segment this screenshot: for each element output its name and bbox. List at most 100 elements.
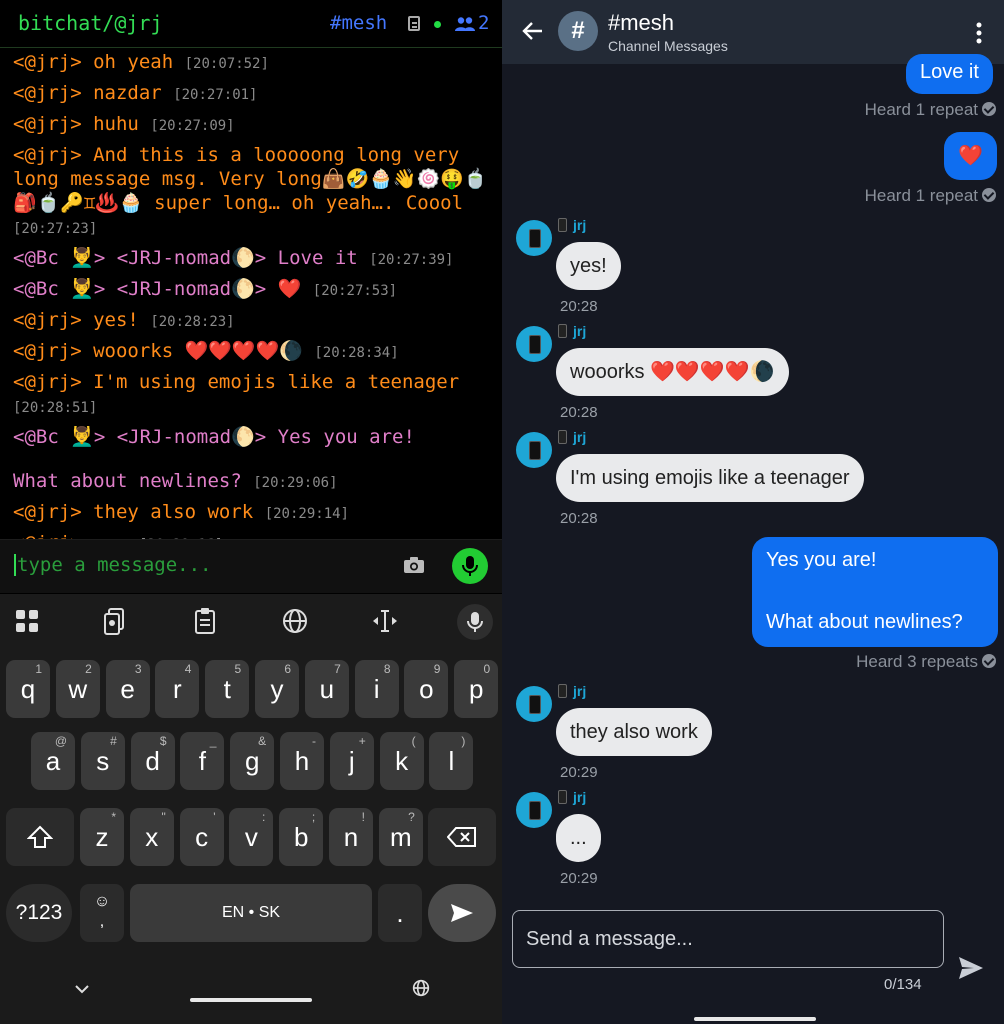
key-e[interactable]: 3e	[105, 660, 150, 718]
terminal-message: <@jrj> yes! [20:28:23]	[13, 308, 493, 334]
enter-key[interactable]	[428, 884, 496, 942]
key-label: z	[95, 822, 109, 852]
home-gesture-handle[interactable]	[190, 998, 312, 1002]
key-label: ?123	[15, 901, 63, 924]
check-circle-icon	[982, 654, 996, 668]
space-key[interactable]: EN • SK	[130, 884, 372, 942]
phone-icon	[558, 790, 567, 804]
incoming-message-bubble[interactable]: I'm using emojis like a teenager	[556, 454, 864, 502]
globe-icon[interactable]	[411, 978, 431, 998]
home-gesture-handle[interactable]	[694, 1017, 816, 1021]
outgoing-message-bubble[interactable]: ❤️	[944, 132, 997, 180]
chevron-down-icon[interactable]	[74, 984, 90, 994]
key-label: v	[244, 822, 258, 852]
channel-label[interactable]: #mesh	[330, 12, 387, 34]
message-input[interactable]: type a message...	[14, 554, 211, 576]
keyboard-voice-button[interactable]	[457, 604, 493, 640]
key-h[interactable]: -h	[280, 732, 324, 790]
outgoing-message-bubble[interactable]: Love it	[906, 54, 993, 94]
sender-avatar-phone-icon[interactable]	[516, 220, 552, 256]
key-i[interactable]: 8i	[354, 660, 399, 718]
message-text: And this is a looooong long very long me…	[13, 144, 488, 214]
key-f[interactable]: _ f	[180, 732, 225, 790]
key-t[interactable]: 5t	[205, 660, 250, 718]
back-arrow-icon[interactable]	[522, 20, 544, 42]
key-o[interactable]: 9o	[404, 660, 449, 718]
key-label: f	[198, 746, 206, 776]
message-text: ...	[570, 827, 587, 849]
key-k[interactable]: (k	[379, 732, 424, 790]
key-label: EN • SK	[221, 904, 281, 921]
key-v[interactable]: :v	[229, 808, 274, 866]
key-y[interactable]: 6y	[255, 660, 299, 718]
incoming-message-bubble[interactable]: wooorks ❤️❤️❤️❤️🌘	[556, 348, 789, 396]
message-text: yes!	[570, 255, 607, 277]
key-s[interactable]: # s	[80, 732, 125, 790]
incoming-message-bubble[interactable]: they also work	[556, 708, 712, 756]
symbols-key[interactable]: ?123	[6, 884, 72, 942]
sender-name[interactable]: jrj	[558, 323, 586, 339]
key-u[interactable]: 7u	[304, 660, 349, 718]
terminal-message: <@jrj> And this is a looooong long very …	[13, 143, 493, 241]
camera-icon[interactable]	[403, 556, 425, 574]
message-text: yes!	[93, 309, 139, 331]
terminal-message: <@Bc 💆‍♂️> <JRJ-nomad🌔> ❤️ [20:27:53]	[13, 277, 493, 303]
shift-key[interactable]	[6, 808, 74, 866]
key-w[interactable]: 2w	[55, 660, 100, 718]
more-options-icon[interactable]	[976, 22, 982, 44]
text-cursor-icon[interactable]	[370, 606, 400, 636]
key-c[interactable]: ' c	[179, 808, 224, 866]
key-hint: 7	[334, 662, 341, 676]
clipboard-icon[interactable]	[190, 606, 220, 636]
key-hint: 9	[433, 662, 441, 676]
send-message-input[interactable]: Send a message...	[512, 910, 944, 968]
emoji-key[interactable]: ☺ ,	[80, 884, 124, 942]
key-p[interactable]: 0p	[454, 660, 499, 718]
key-g[interactable]: & g	[230, 732, 275, 790]
send-icon[interactable]	[958, 956, 984, 980]
globe-icon[interactable]	[280, 606, 310, 636]
outgoing-message-bubble[interactable]: Yes you are! What about newlines?	[752, 537, 998, 647]
key-b[interactable]: ; b	[279, 808, 324, 866]
terminal-message: <@Bc 💆‍♂️> <JRJ-nomad🌔> Love it [20:27:3…	[13, 246, 493, 272]
incoming-message-bubble[interactable]: yes!	[556, 242, 621, 290]
key-r[interactable]: 4r	[155, 660, 200, 718]
sender-name[interactable]: jrj	[558, 429, 586, 445]
key-n[interactable]: ! n	[329, 808, 373, 866]
key-hint: 0	[483, 662, 491, 676]
key-label: g	[244, 746, 260, 776]
sender-label: jrj	[573, 429, 587, 445]
key-label: h	[294, 746, 310, 776]
sender-avatar-phone-icon[interactable]	[516, 792, 552, 828]
message-sender: <@jrj>	[13, 371, 82, 393]
document-icon[interactable]	[408, 16, 420, 31]
key-m[interactable]: ? m	[378, 808, 423, 866]
key-a[interactable]: @ a	[31, 732, 75, 790]
voice-record-button[interactable]	[452, 548, 488, 584]
apps-grid-icon[interactable]	[12, 606, 42, 636]
key-x[interactable]: " x	[129, 808, 174, 866]
phone-icon	[558, 430, 567, 444]
sender-avatar-phone-icon[interactable]	[516, 686, 552, 722]
sender-avatar-phone-icon[interactable]	[516, 432, 552, 468]
key-d[interactable]: $ d	[130, 732, 175, 790]
key-label: c	[195, 822, 209, 852]
sticker-icon[interactable]	[100, 606, 130, 636]
sender-name[interactable]: jrj	[558, 683, 586, 699]
key-q[interactable]: 1q	[6, 660, 50, 718]
key-j[interactable]: + j	[329, 732, 374, 790]
message-sender: <@jrj>	[13, 82, 82, 104]
key-hint: ;	[311, 810, 316, 824]
incoming-message-bubble[interactable]: ...	[556, 814, 601, 862]
key-l[interactable]: ) l	[429, 732, 474, 790]
message-sender: <@jrj>	[13, 309, 82, 331]
key-hint: ?	[408, 810, 415, 824]
message-sender: <@Bc 💆‍♂️> <JRJ-nomad🌔>	[13, 247, 267, 269]
people-icon[interactable]	[455, 16, 475, 32]
sender-name[interactable]: jrj	[558, 217, 586, 233]
key-z[interactable]: * z	[80, 808, 124, 866]
sender-avatar-phone-icon[interactable]	[516, 326, 552, 362]
period-key[interactable]: .	[378, 884, 422, 942]
backspace-key[interactable]	[428, 808, 496, 866]
sender-name[interactable]: jrj	[558, 789, 586, 805]
